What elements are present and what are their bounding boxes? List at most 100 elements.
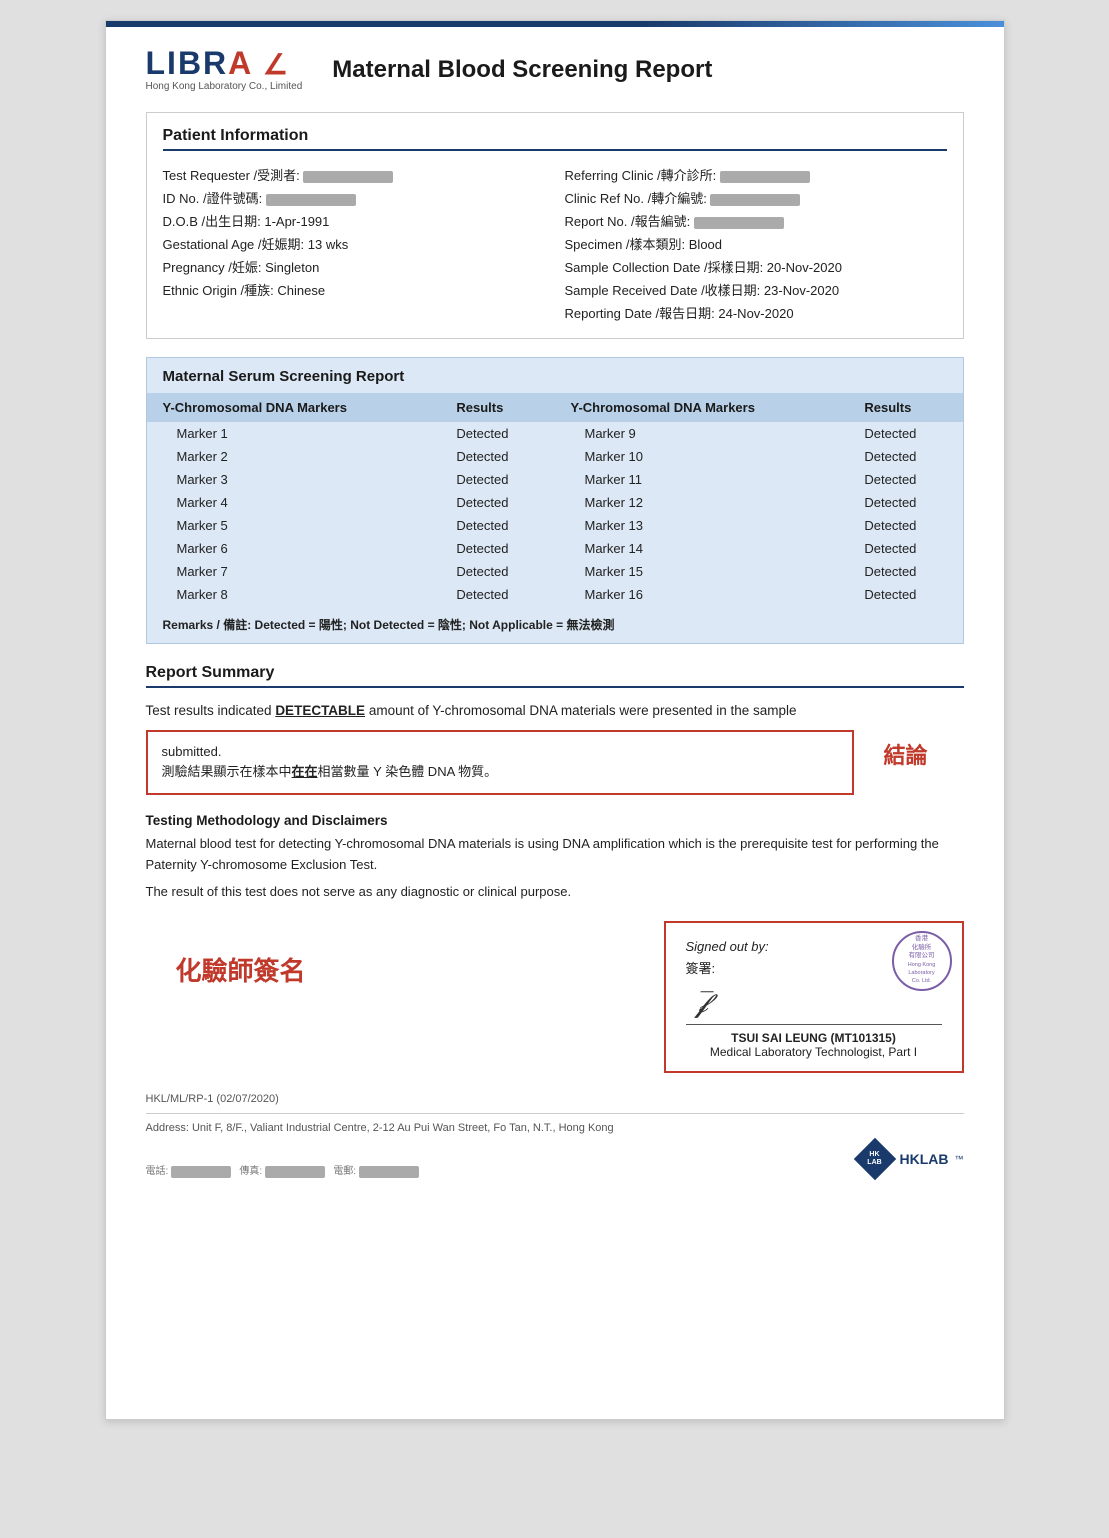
marker-left-result: Detected	[440, 583, 554, 606]
patient-collection-date: Sample Collection Date /採樣日期: 20-Nov-202…	[565, 255, 947, 278]
logo-subtitle: Hong Kong Laboratory Co., Limited	[146, 81, 303, 92]
redacted-value	[720, 171, 810, 183]
footer-bottom: 電話: 傳真: 電郵: HKLAB HKLAB™	[146, 1140, 964, 1178]
marker-right-result: Detected	[848, 468, 962, 491]
chinese-text-2: 相當數量 Y 染色體 DNA 物質。	[318, 764, 498, 779]
footer-contacts: 電話: 傳真: 電郵:	[146, 1162, 419, 1177]
patient-row: Clinic Ref No. /轉介編號:	[565, 186, 947, 209]
stamp: 香港化驗所有限公司Hong KongLaboratoryCo. Ltd.	[892, 931, 952, 991]
marker-left-name: Marker 1	[147, 422, 441, 445]
redacted-fax	[265, 1166, 325, 1178]
patient-dob: D.O.B /出生日期: 1-Apr-1991	[163, 209, 545, 232]
methodology-text-2: The result of this test does not serve a…	[146, 882, 964, 903]
chinese-result-box: submitted. 測驗結果顯示在樣本中在在相當數量 Y 染色體 DNA 物質…	[146, 730, 854, 796]
col2-header: Results	[440, 393, 554, 422]
redacted-email	[359, 1166, 419, 1178]
marker-left-result: Detected	[440, 537, 554, 560]
methodology-title: Testing Methodology and Disclaimers	[146, 813, 964, 828]
chinese-text-1: 測驗結果顯示在樣本中	[162, 764, 292, 779]
patient-left-col: Test Requester /受測者: ID No. /證件號碼: D.O.B…	[163, 163, 545, 324]
marker-right-result: Detected	[848, 422, 962, 445]
hklab-text: HKLAB	[900, 1151, 949, 1167]
col3-header: Y-Chromosomal DNA Markers	[554, 393, 848, 422]
signature-row: 化驗師簽名 香港化驗所有限公司Hong KongLaboratoryCo. Lt…	[146, 921, 964, 1073]
table-row: Marker 5DetectedMarker 13Detected	[147, 514, 963, 537]
table-row: Marker 1DetectedMarker 9Detected	[147, 422, 963, 445]
redacted-value	[266, 194, 356, 206]
signature-line: 𝓯̅	[686, 985, 942, 1025]
redacted-value	[694, 217, 784, 229]
summary-text-submitted: submitted. 測驗結果顯示在樣本中在在相當數量 Y 染色體 DNA 物質…	[146, 730, 964, 796]
patient-info-section: Patient Information Test Requester /受測者:…	[146, 112, 964, 339]
patient-row: Report No. /報告編號:	[565, 209, 947, 232]
marker-right-result: Detected	[848, 537, 962, 560]
signature-image: 𝓯̅	[696, 989, 709, 1020]
screening-section: Maternal Serum Screening Report Y-Chromo…	[146, 357, 964, 644]
marker-right-result: Detected	[848, 514, 962, 537]
footer-address: Address: Unit F, 8/F., Valiant Industria…	[146, 1122, 964, 1134]
table-row: Marker 4DetectedMarker 12Detected	[147, 491, 963, 514]
summary-text-2: amount of Y-chromosomal DNA materials we…	[365, 703, 796, 718]
redacted-phone	[171, 1166, 231, 1178]
patient-gestational-age: Gestational Age /妊娠期: 13 wks	[163, 232, 545, 255]
marker-left-result: Detected	[440, 514, 554, 537]
marker-right-name: Marker 13	[554, 514, 848, 537]
marker-right-name: Marker 12	[554, 491, 848, 514]
conclusion-box: submitted. 測驗結果顯示在樣本中在在相當數量 Y 染色體 DNA 物質…	[146, 730, 964, 796]
marker-left-name: Marker 4	[147, 491, 441, 514]
marker-right-name: Marker 14	[554, 537, 848, 560]
patient-reporting-date: Reporting Date /報告日期: 24-Nov-2020	[565, 301, 947, 324]
marker-left-name: Marker 3	[147, 468, 441, 491]
table-row: Marker 8DetectedMarker 16Detected	[147, 583, 963, 606]
table-row: Marker 7DetectedMarker 15Detected	[147, 560, 963, 583]
table-row: Marker 6DetectedMarker 14Detected	[147, 537, 963, 560]
marker-left-result: Detected	[440, 491, 554, 514]
chemist-label: 化驗師簽名	[176, 951, 306, 988]
patient-ethnic: Ethnic Origin /種族: Chinese	[163, 278, 545, 301]
signer-title: Medical Laboratory Technologist, Part I	[686, 1045, 942, 1059]
marker-left-name: Marker 6	[147, 537, 441, 560]
logo-area: LIBRA ∠ Hong Kong Laboratory Co., Limite…	[146, 47, 303, 92]
summary-section: Report Summary Test results indicated DE…	[146, 664, 964, 795]
footer-ref: HKL/ML/RP-1 (02/07/2020)	[146, 1093, 964, 1105]
detectable-word: DETECTABLE	[275, 703, 365, 718]
report-page: LIBRA ∠ Hong Kong Laboratory Co., Limite…	[105, 20, 1005, 1420]
chinese-underline: 在在	[292, 764, 318, 779]
submitted-text: submitted.	[162, 744, 222, 759]
patient-specimen: Specimen /樣本類別: Blood	[565, 232, 947, 255]
patient-row: Test Requester /受測者:	[163, 163, 545, 186]
patient-info-title: Patient Information	[163, 127, 947, 151]
methodology-text-1: Maternal blood test for detecting Y-chro…	[146, 834, 964, 876]
marker-right-name: Marker 15	[554, 560, 848, 583]
marker-right-result: Detected	[848, 583, 962, 606]
col1-header: Y-Chromosomal DNA Markers	[147, 393, 441, 422]
screening-remarks: Remarks / 備註: Detected = 陽性; Not Detecte…	[147, 606, 963, 633]
hklab-logo: HKLAB HKLAB™	[856, 1140, 964, 1178]
summary-text: Test results indicated DETECTABLE amount…	[146, 700, 964, 722]
patient-row: ID No. /證件號碼:	[163, 186, 545, 209]
report-title: Maternal Blood Screening Report	[332, 56, 712, 84]
top-bar	[106, 21, 1004, 27]
patient-right-col: Referring Clinic /轉介診所: Clinic Ref No. /…	[565, 163, 947, 324]
conclusion-label: 結論	[884, 730, 964, 773]
marker-left-result: Detected	[440, 422, 554, 445]
patient-pregnancy: Pregnancy /妊娠: Singleton	[163, 255, 545, 278]
marker-left-result: Detected	[440, 468, 554, 491]
methodology-section: Testing Methodology and Disclaimers Mate…	[146, 813, 964, 902]
marker-left-result: Detected	[440, 445, 554, 468]
marker-right-name: Marker 11	[554, 468, 848, 491]
signature-box: 香港化驗所有限公司Hong KongLaboratoryCo. Ltd. Sig…	[664, 921, 964, 1073]
logo: LIBRA ∠	[146, 47, 291, 79]
patient-row: Referring Clinic /轉介診所:	[565, 163, 947, 186]
table-row: Marker 2DetectedMarker 10Detected	[147, 445, 963, 468]
marker-right-result: Detected	[848, 491, 962, 514]
marker-left-name: Marker 5	[147, 514, 441, 537]
marker-right-name: Marker 9	[554, 422, 848, 445]
marker-right-result: Detected	[848, 445, 962, 468]
screening-table: Y-Chromosomal DNA Markers Results Y-Chro…	[147, 393, 963, 606]
signer-name: TSUI SAI LEUNG (MT101315)	[686, 1031, 942, 1045]
marker-left-name: Marker 2	[147, 445, 441, 468]
patient-received-date: Sample Received Date /收樣日期: 23-Nov-2020	[565, 278, 947, 301]
table-row: Marker 3DetectedMarker 11Detected	[147, 468, 963, 491]
marker-left-name: Marker 7	[147, 560, 441, 583]
